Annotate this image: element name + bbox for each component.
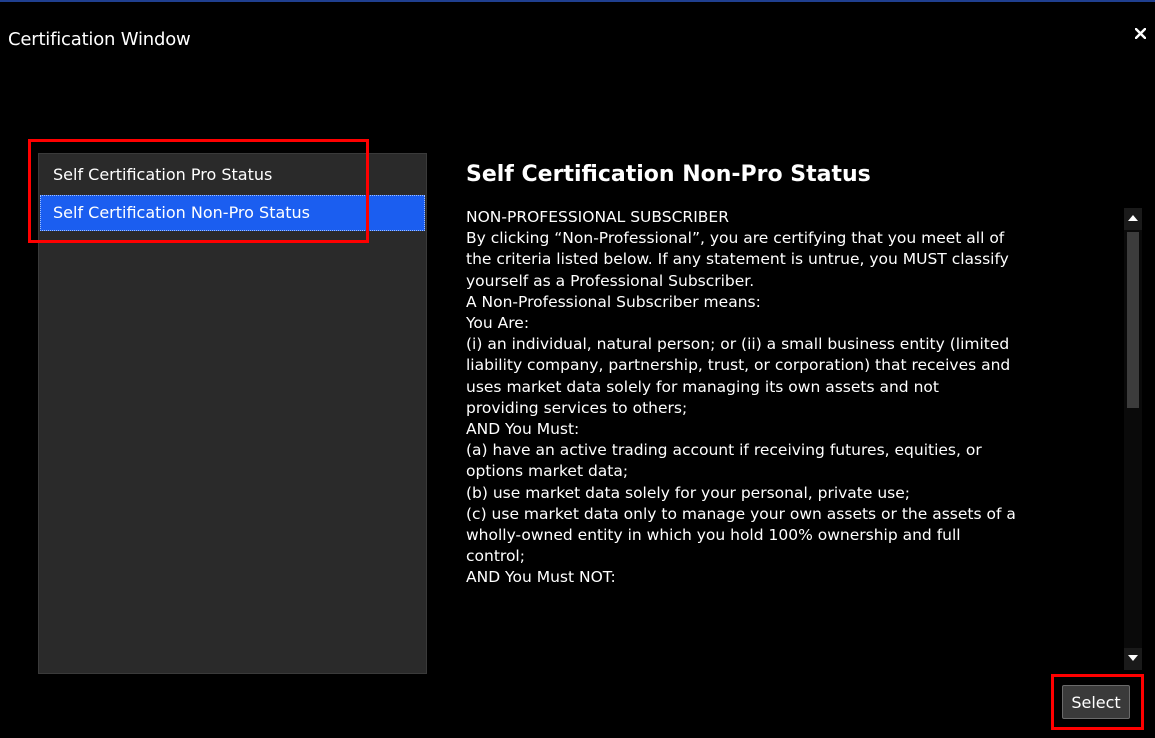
list-item-non-pro-status[interactable]: Self Certification Non-Pro Status xyxy=(40,195,425,231)
list-item-label: Self Certification Pro Status xyxy=(53,165,273,184)
arrow-down-icon xyxy=(1128,655,1138,661)
text-line: AND You Must NOT: xyxy=(466,568,616,587)
arrow-up-icon xyxy=(1128,215,1138,221)
text-line: (a) have an active trading account if re… xyxy=(466,441,982,460)
list-item-pro-status[interactable]: Self Certification Pro Status xyxy=(40,157,425,193)
text-line: options market data; xyxy=(466,462,629,481)
text-line: NON-PROFESSIONAL SUBSCRIBER xyxy=(466,208,729,226)
select-button[interactable]: Select xyxy=(1062,685,1130,719)
text-line: AND You Must: xyxy=(466,420,580,439)
scroll-track[interactable] xyxy=(1124,230,1142,648)
scroll-down-button[interactable] xyxy=(1124,648,1142,670)
close-button[interactable] xyxy=(1131,24,1149,46)
scroll-up-button[interactable] xyxy=(1124,208,1142,230)
content-scroll-area[interactable]: NON-PROFESSIONAL SUBSCRIBER By clicking … xyxy=(455,205,1145,679)
top-border xyxy=(0,0,1155,2)
certification-list[interactable]: Self Certification Pro Status Self Certi… xyxy=(38,153,427,674)
certification-text: NON-PROFESSIONAL SUBSCRIBER By clicking … xyxy=(466,207,1110,677)
text-line: You Are: xyxy=(466,314,530,333)
text-line: control; xyxy=(466,547,525,566)
close-icon xyxy=(1134,28,1146,39)
text-line: (i) an individual, natural person; or (i… xyxy=(466,335,1010,354)
certification-window: Certification Window Self Certification … xyxy=(0,0,1155,738)
text-line: wholly-owned entity in which you hold 10… xyxy=(466,526,961,545)
content-title: Self Certification Non-Pro Status xyxy=(466,162,871,187)
text-line: liability company, partnership, trust, o… xyxy=(466,356,1011,375)
window-title: Certification Window xyxy=(8,29,191,50)
scroll-thumb[interactable] xyxy=(1127,232,1139,408)
text-line: (c) use market data only to manage your … xyxy=(466,504,1016,523)
text-line: providing services to others; xyxy=(466,398,688,417)
text-line: (b) use market data solely for your pers… xyxy=(466,483,910,502)
text-line: uses market data solely for managing its… xyxy=(466,377,939,396)
text-line: By clicking “Non-Professional”, you are … xyxy=(466,229,1005,248)
text-line: yourself as a Professional Subscriber. xyxy=(466,271,755,290)
content-scrollbar[interactable] xyxy=(1124,208,1142,670)
text-line: A Non-Professional Subscriber means: xyxy=(466,292,761,311)
text-line: the criteria listed below. If any statem… xyxy=(466,250,1009,269)
list-item-label: Self Certification Non-Pro Status xyxy=(53,203,311,222)
